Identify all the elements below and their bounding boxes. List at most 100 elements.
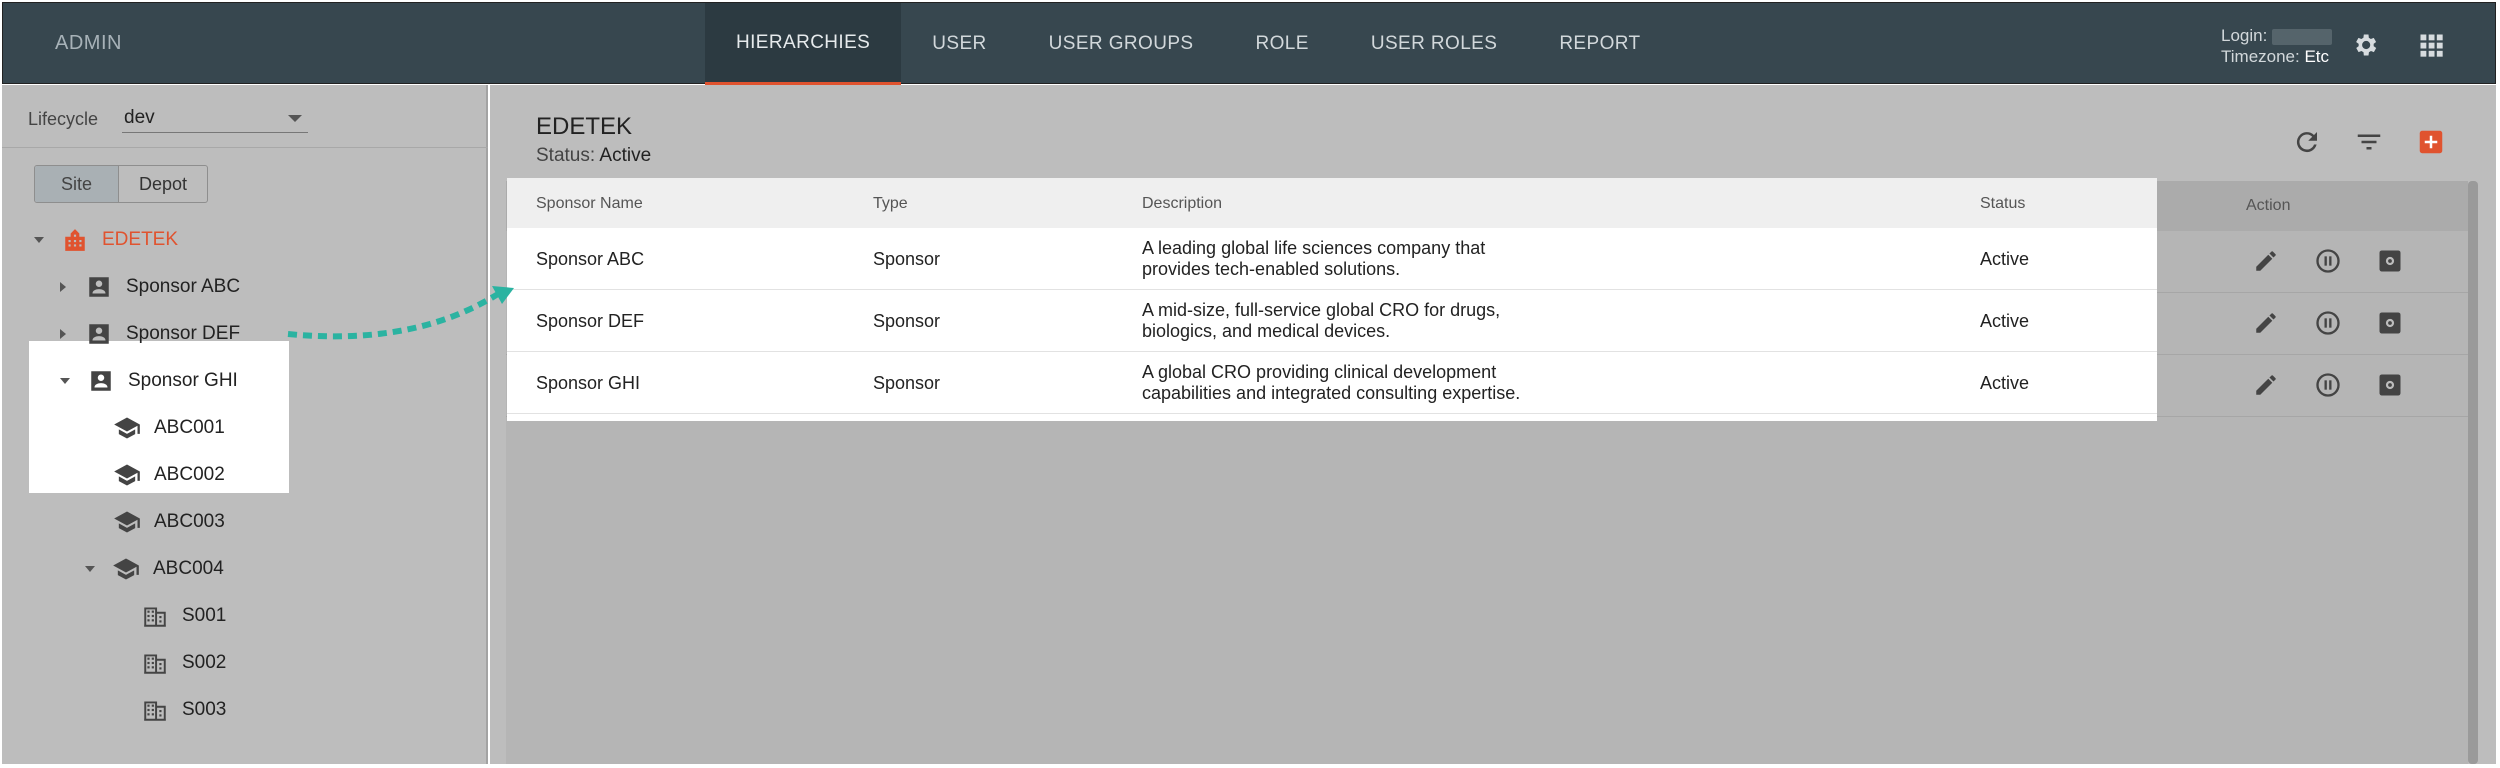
tree-node-s002[interactable]: S002 bbox=[140, 643, 226, 683]
tab-user-groups[interactable]: USER GROUPS bbox=[1018, 3, 1225, 85]
school-icon bbox=[112, 460, 142, 490]
column-header-sponsor-name: Sponsor Name bbox=[536, 195, 643, 212]
hierarchy-sidebar: Lifecycle dev Site Depot EDETEK Sponsor … bbox=[2, 85, 488, 764]
tree-label: ABC004 bbox=[153, 558, 224, 579]
account-box-icon bbox=[84, 319, 114, 349]
building-icon bbox=[140, 648, 170, 678]
tree-label: ABC001 bbox=[154, 417, 225, 438]
description-line: capabilities and integrated consulting e… bbox=[1142, 383, 1521, 403]
gear-icon[interactable] bbox=[2351, 31, 2379, 59]
description-line: biologics, and medical devices. bbox=[1142, 321, 1391, 341]
tree-label: ABC002 bbox=[154, 464, 225, 485]
cell-type: Sponsor bbox=[873, 373, 941, 393]
settings-icon[interactable] bbox=[2374, 245, 2406, 277]
tree-label: Sponsor GHI bbox=[128, 370, 238, 391]
refresh-icon[interactable] bbox=[2292, 127, 2322, 157]
account-box-icon bbox=[84, 272, 114, 302]
tree-node-abc001[interactable]: ABC001 bbox=[112, 408, 225, 448]
description-line: A mid-size, full-service global CRO for … bbox=[1142, 300, 1501, 320]
timezone-label: Timezone: bbox=[2221, 47, 2300, 66]
account-box-icon bbox=[86, 366, 116, 396]
edit-icon[interactable] bbox=[2250, 369, 2282, 401]
tree-node-sponsor-ghi[interactable]: Sponsor GHI bbox=[60, 361, 238, 401]
caret-down-icon[interactable] bbox=[60, 378, 70, 384]
sponsor-table-spotlight: Sponsor Name Type Description Status Spo… bbox=[507, 178, 2157, 421]
lifecycle-select[interactable]: dev bbox=[122, 103, 308, 133]
tree-label: EDETEK bbox=[102, 229, 179, 250]
settings-icon[interactable] bbox=[2374, 307, 2406, 339]
tree-node-abc002[interactable]: ABC002 bbox=[112, 455, 225, 495]
caret-down-icon[interactable] bbox=[34, 237, 44, 243]
callout-arrow bbox=[287, 286, 514, 340]
cell-description: A global CRO providing clinical developm… bbox=[1142, 362, 1562, 404]
tree-label: S003 bbox=[182, 699, 227, 720]
caret-right-icon[interactable] bbox=[60, 329, 66, 339]
cell-status: Active bbox=[1980, 373, 2030, 393]
tab-role[interactable]: ROLE bbox=[1224, 3, 1339, 85]
building-icon bbox=[140, 601, 170, 631]
tree-node-s001[interactable]: S001 bbox=[140, 596, 226, 636]
tree-node-sponsor-def[interactable]: Sponsor DEF bbox=[60, 314, 240, 354]
table-row[interactable]: Sponsor ABC Sponsor A leading global lif… bbox=[507, 228, 2157, 290]
column-header-type: Type bbox=[873, 195, 908, 212]
tab-user[interactable]: USER bbox=[901, 3, 1017, 85]
tab-user-roles[interactable]: USER ROLES bbox=[1340, 3, 1528, 85]
site-depot-toggle: Site Depot bbox=[34, 165, 208, 203]
caret-down-icon[interactable] bbox=[85, 566, 95, 572]
cell-type: Sponsor bbox=[873, 249, 941, 269]
tab-hierarchies[interactable]: HIERARCHIES bbox=[705, 3, 902, 85]
add-icon[interactable] bbox=[2416, 127, 2446, 157]
toggle-depot[interactable]: Depot bbox=[119, 166, 207, 202]
edit-icon[interactable] bbox=[2250, 245, 2282, 277]
cell-status: Active bbox=[1980, 311, 2030, 331]
toggle-site[interactable]: Site bbox=[35, 166, 119, 202]
pause-icon[interactable] bbox=[2312, 307, 2344, 339]
timezone-value: Etc bbox=[2304, 47, 2330, 66]
table-header: Sponsor Name Type Description Status bbox=[507, 178, 2157, 228]
apps-grid-icon[interactable] bbox=[2417, 31, 2445, 59]
caret-right-icon[interactable] bbox=[60, 282, 66, 292]
status-line: Status: Active bbox=[536, 145, 651, 167]
table-row[interactable]: Sponsor DEF Sponsor A mid-size, full-ser… bbox=[507, 290, 2157, 352]
cell-sponsor-name: Sponsor GHI bbox=[536, 373, 641, 393]
edit-icon[interactable] bbox=[2250, 307, 2282, 339]
cell-sponsor-name: Sponsor ABC bbox=[536, 249, 645, 269]
table-row[interactable]: Sponsor GHI Sponsor A global CRO providi… bbox=[507, 352, 2157, 414]
tree-label: S002 bbox=[182, 652, 227, 673]
login-label: Login: bbox=[2221, 26, 2268, 45]
lifecycle-value: dev bbox=[124, 107, 155, 128]
building-icon bbox=[140, 695, 170, 725]
tree-label: S001 bbox=[182, 605, 227, 626]
main-nav: HIERARCHIES USER USER GROUPS ROLE USER R… bbox=[705, 3, 1672, 85]
tree-node-s003[interactable]: S003 bbox=[140, 690, 226, 730]
cell-sponsor-name: Sponsor DEF bbox=[536, 311, 645, 331]
divider bbox=[2, 147, 488, 148]
tree-node-abc003[interactable]: ABC003 bbox=[112, 502, 225, 542]
column-header-description: Description bbox=[1142, 195, 1223, 212]
app-brand: ADMIN bbox=[55, 32, 122, 54]
tree-label: Sponsor ABC bbox=[126, 276, 241, 297]
tree-node-sponsor-abc[interactable]: Sponsor ABC bbox=[60, 267, 240, 307]
pause-icon[interactable] bbox=[2312, 245, 2344, 277]
top-app-bar: ADMIN HIERARCHIES USER USER GROUPS ROLE … bbox=[2, 2, 2496, 85]
cell-type: Sponsor bbox=[873, 311, 941, 331]
cell-description: A mid-size, full-service global CRO for … bbox=[1142, 300, 1562, 342]
description-line: provides tech-enabled solutions. bbox=[1142, 259, 1401, 279]
page-title: EDETEK bbox=[536, 113, 633, 140]
school-icon bbox=[112, 413, 142, 443]
filter-icon[interactable] bbox=[2354, 127, 2384, 157]
cell-description: A leading global life sciences company t… bbox=[1142, 238, 1562, 280]
user-info: Login: Timezone: Etc bbox=[2221, 25, 2333, 67]
settings-icon[interactable] bbox=[2374, 369, 2406, 401]
description-line: A leading global life sciences company t… bbox=[1142, 238, 1486, 258]
tree-node-edetek[interactable]: EDETEK bbox=[34, 220, 178, 260]
vertical-scrollbar[interactable] bbox=[2468, 181, 2478, 764]
lifecycle-label: Lifecycle bbox=[28, 109, 99, 129]
description-line: A global CRO providing clinical developm… bbox=[1142, 362, 1497, 382]
school-icon bbox=[111, 554, 141, 584]
tree-node-abc004[interactable]: ABC004 bbox=[85, 549, 224, 589]
tree-label: Sponsor DEF bbox=[126, 323, 241, 344]
pause-icon[interactable] bbox=[2312, 369, 2344, 401]
school-icon bbox=[112, 507, 142, 537]
tab-report[interactable]: REPORT bbox=[1528, 3, 1671, 85]
